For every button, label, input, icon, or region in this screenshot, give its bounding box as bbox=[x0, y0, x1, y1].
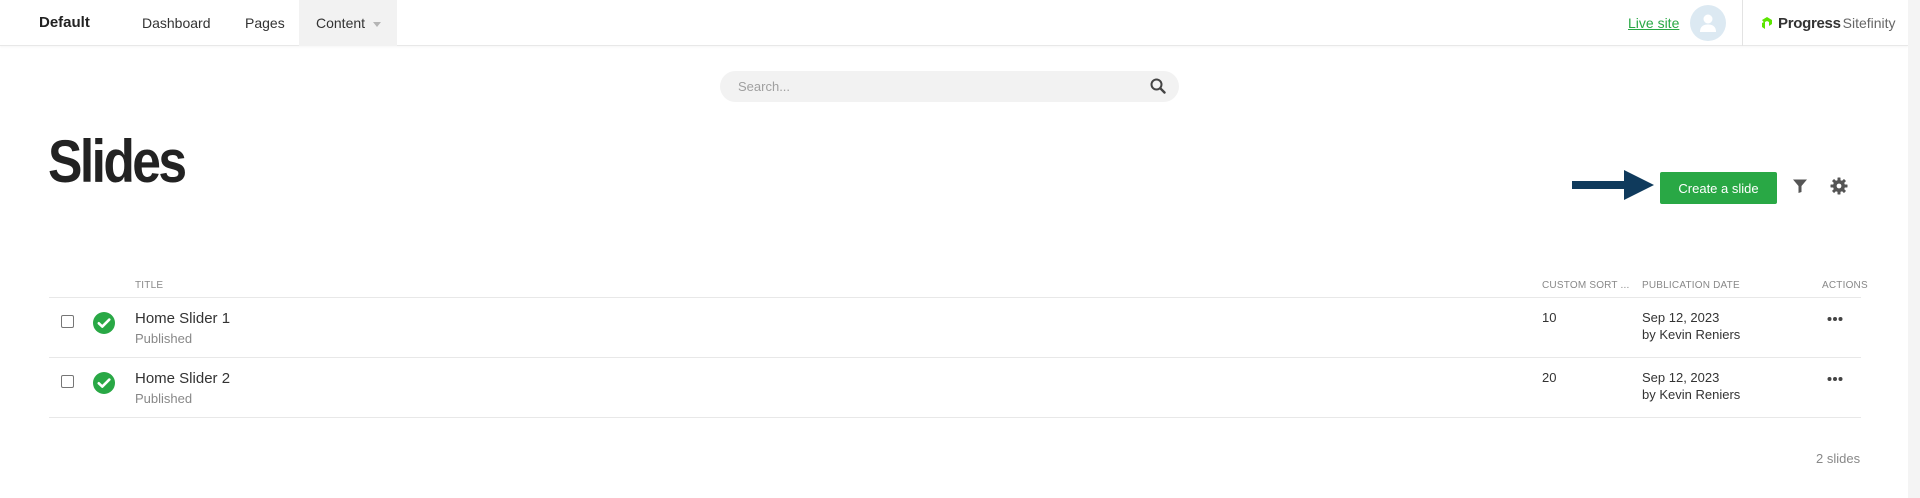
search-box bbox=[720, 71, 1179, 102]
row-title-link[interactable]: Home Slider 2 bbox=[135, 370, 230, 387]
nav-pages[interactable]: Pages bbox=[245, 0, 285, 46]
row-custom-sort: 10 bbox=[1542, 310, 1557, 325]
gear-icon[interactable] bbox=[1830, 177, 1848, 195]
column-header-title[interactable]: Title bbox=[135, 280, 163, 291]
check-circle-icon bbox=[93, 372, 115, 394]
column-header-actions: Actions bbox=[1822, 280, 1868, 291]
chevron-down-icon bbox=[373, 21, 382, 27]
scrollbar[interactable] bbox=[1908, 0, 1920, 498]
page-title: Slides bbox=[48, 128, 187, 195]
user-avatar[interactable] bbox=[1690, 5, 1726, 41]
user-avatar-icon bbox=[1700, 14, 1716, 32]
brand-sitefinity-text: Sitefinity bbox=[1842, 15, 1896, 31]
row-author: by Kevin Reniers bbox=[1642, 387, 1741, 402]
search-icon[interactable] bbox=[1150, 78, 1166, 94]
create-slide-button[interactable]: Create a slide bbox=[1660, 172, 1777, 204]
nav-divider bbox=[1742, 0, 1743, 46]
row-author: by Kevin Reniers bbox=[1642, 327, 1741, 342]
filter-icon[interactable] bbox=[1792, 178, 1808, 194]
nav-dashboard[interactable]: Dashboard bbox=[142, 0, 211, 46]
nav-content[interactable]: Content bbox=[299, 0, 397, 46]
row-status: Published bbox=[135, 331, 193, 346]
top-navigation-bar: Default Dashboard Pages Content Live sit… bbox=[0, 0, 1908, 46]
site-name[interactable]: Default bbox=[39, 14, 90, 31]
arrow-right-icon bbox=[1572, 170, 1654, 200]
row-publication-date: Sep 12, 2023 bbox=[1642, 370, 1720, 385]
row-custom-sort: 20 bbox=[1542, 370, 1557, 385]
table-divider bbox=[49, 417, 1861, 418]
search-input[interactable] bbox=[738, 71, 1138, 102]
progress-logo-icon bbox=[1762, 17, 1772, 29]
brand-logo: Progress Sitefinity bbox=[1760, 12, 1896, 34]
more-horizontal-icon[interactable] bbox=[1827, 316, 1843, 322]
row-title-link[interactable]: Home Slider 1 bbox=[135, 310, 230, 327]
brand-progress-text: Progress bbox=[1778, 14, 1841, 32]
live-site-link[interactable]: Live site bbox=[1628, 15, 1679, 31]
row-status: Published bbox=[135, 391, 193, 406]
check-circle-icon bbox=[93, 312, 115, 334]
row-publication-date: Sep 12, 2023 bbox=[1642, 310, 1720, 325]
item-count: 2 slides bbox=[1816, 451, 1861, 466]
row-checkbox[interactable] bbox=[61, 375, 74, 388]
nav-content-label: Content bbox=[316, 15, 366, 31]
more-horizontal-icon[interactable] bbox=[1827, 376, 1843, 382]
column-header-publication-date[interactable]: Publication date bbox=[1642, 280, 1740, 291]
table-row: Home Slider 2 Published 20 Sep 12, 2023 … bbox=[49, 358, 1861, 417]
table-row: Home Slider 1 Published 10 Sep 12, 2023 … bbox=[49, 298, 1861, 357]
column-header-custom-sort[interactable]: Custom sort ... bbox=[1542, 280, 1629, 291]
row-checkbox[interactable] bbox=[61, 315, 74, 328]
